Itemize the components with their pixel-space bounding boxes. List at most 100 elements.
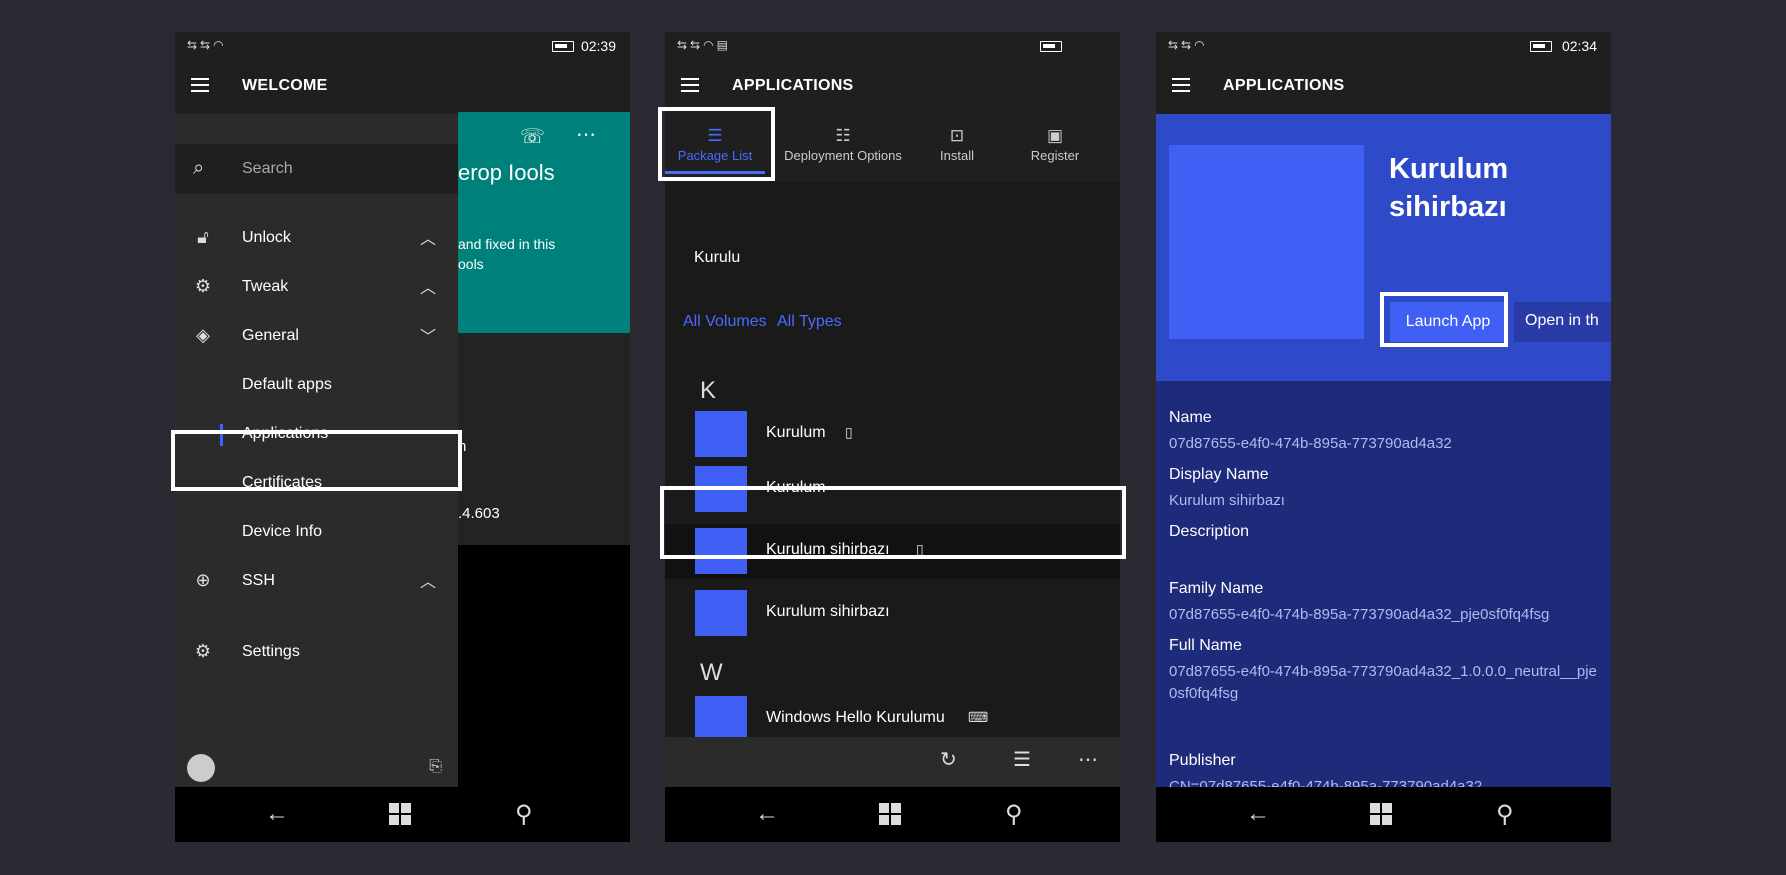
lock-icon: 🔓︎ (197, 227, 209, 247)
more-icon[interactable]: ⋯ (576, 122, 596, 147)
menu-item-ssh[interactable]: ⊕ SSH ︿ (175, 558, 458, 604)
menu-item-certificates[interactable]: Certificates (175, 460, 458, 506)
open-in-store-button[interactable]: Open in th (1514, 302, 1611, 342)
welcome-teal-panel: ☏ ⋯ erop Iools and fixed in this ools (458, 112, 630, 333)
search-icon[interactable]: ⚲ (1496, 800, 1514, 829)
back-arrow-icon[interactable]: ← (265, 800, 289, 828)
menu-item-label: Unlock (242, 229, 291, 246)
phone-welcome: ⇆⇆◠ 02:39 WELCOME ☏ ⋯ erop Iools and fix… (175, 32, 630, 842)
menu-item-settings[interactable]: ⚙ Settings (175, 629, 458, 675)
menu-item-label: SSH (242, 572, 275, 589)
tab-package-list[interactable]: ☰ Package List (665, 114, 765, 182)
chevron-down-icon: ﹀ (419, 329, 436, 346)
group-header-k[interactable]: K (700, 377, 716, 405)
nav-bar: ← ⚲ (175, 787, 630, 842)
page-title: APPLICATIONS (1223, 77, 1345, 94)
menu-item-default-apps[interactable]: Default apps (175, 362, 458, 408)
hamburger-menu-icon[interactable] (681, 78, 699, 92)
detail-key: Family Name (1169, 580, 1264, 597)
app-tile (695, 466, 747, 512)
search-icon[interactable]: ⚲ (515, 800, 533, 829)
menu-item-label: Default apps (242, 376, 332, 393)
app-name: Kurulum (766, 424, 826, 441)
menu-item-applications[interactable]: Applications (175, 411, 458, 457)
about-icon[interactable]: ⎘ (429, 758, 442, 776)
tab-label: Register (1030, 148, 1080, 163)
windows-icon[interactable] (389, 803, 411, 825)
tab-deployment-options[interactable]: ☷ Deployment Options (777, 114, 909, 182)
menu-search-box[interactable]: ⌕ Search (175, 144, 458, 194)
nav-bar: ← ⚲ (665, 787, 1120, 842)
refresh-icon[interactable]: ↻ (940, 747, 957, 772)
detail-key: Full Name (1169, 637, 1242, 654)
page-title: APPLICATIONS (732, 77, 854, 94)
detail-value: 07d87655-e4f0-474b-895a-773790ad4a32_pje… (1169, 606, 1550, 623)
menu-item-unlock[interactable]: 🔓︎ Unlock ︿ (175, 215, 458, 261)
menu-item-label: Tweak (242, 278, 289, 295)
app-name-heading: Kurulum sihirbazı (1389, 153, 1509, 223)
filter-types-link[interactable]: All Types (777, 313, 842, 331)
title-bar: APPLICATIONS (665, 60, 1120, 114)
list-item[interactable]: Kurulum sihirbazı (665, 586, 1120, 641)
signal-icons: ⇆⇆◠▤ (677, 38, 731, 52)
pivot-tabs: ☰ Package List ☷ Deployment Options ⊡ In… (665, 114, 1120, 182)
search-placeholder: Search (242, 160, 293, 177)
app-tile (695, 590, 747, 636)
list-item[interactable]: Kurulum (665, 462, 1120, 517)
title-bar: APPLICATIONS (1156, 60, 1611, 114)
gear-icon: ⚙ (194, 641, 212, 661)
more-icon[interactable]: ⋯ (1078, 747, 1098, 772)
search-icon[interactable]: ⚲ (1005, 800, 1023, 829)
detail-value: CN=07d87655-e4f0-474b-895a-773790ad4a32 (1169, 778, 1483, 787)
avatar[interactable] (187, 754, 215, 782)
tab-label: Deployment Options (784, 148, 902, 163)
info-text-2: .4.603 (458, 505, 500, 522)
feedback-icon[interactable]: ☏ (520, 124, 545, 149)
welcome-empty-area (458, 545, 630, 787)
app-name: Kurulum (766, 479, 826, 496)
filter-volumes-link[interactable]: All Volumes (683, 313, 767, 331)
hamburger-menu-icon[interactable] (1172, 78, 1190, 92)
tab-register[interactable]: ▣ Register (1015, 114, 1095, 182)
tab-underline (665, 171, 765, 174)
menu-item-tweak[interactable]: ⚙ Tweak ︿ (175, 264, 458, 310)
list-item[interactable]: Kurulum ▯ (665, 407, 1120, 462)
tab-label: Install (940, 148, 974, 163)
page-title: WELCOME (242, 77, 328, 94)
phone-icon: ▯ (845, 424, 853, 440)
app-name: Kurulum sihirbazı (766, 603, 890, 620)
chevron-up-icon: ︿ (419, 231, 436, 248)
search-input[interactable]: Kurulu (694, 249, 740, 267)
menu-item-general[interactable]: ◈ General ﹀ (175, 313, 458, 359)
signal-icons: ⇆⇆◠ (1168, 38, 1208, 52)
tab-install[interactable]: ⊡ Install (927, 114, 987, 182)
back-arrow-icon[interactable]: ← (755, 800, 779, 828)
list-item-selected[interactable]: Kurulum sihirbazı ▯ (665, 524, 1120, 579)
back-arrow-icon[interactable]: ← (1246, 800, 1270, 828)
app-tile (695, 411, 747, 457)
windows-icon[interactable] (879, 803, 901, 825)
list-view-icon[interactable]: ☰ (1013, 747, 1031, 772)
detail-value: 07d87655-e4f0-474b-895a-773790ad4a32 (1169, 435, 1452, 452)
search-icon: ⌕ (193, 157, 205, 179)
welcome-text-line1: and fixed in this (458, 236, 556, 252)
phone-package-list: ⇆⇆◠▤ APPLICATIONS ☰ Package List ☷ Deplo… (665, 32, 1120, 842)
app-tile (695, 528, 747, 574)
detail-key: Name (1169, 409, 1212, 426)
hamburger-menu-icon[interactable] (191, 78, 209, 92)
menu-item-label: Device Info (242, 523, 323, 540)
detail-value: Kurulum sihirbazı (1169, 492, 1285, 509)
status-time: 02:39 (580, 38, 616, 54)
status-bar: ⇆⇆◠ 02:34 (1156, 32, 1611, 60)
battery-icon (1530, 41, 1552, 52)
install-icon: ⊡ (949, 126, 965, 145)
tab-label: Package List (677, 148, 753, 163)
keyboard-icon: ⌨ (968, 709, 989, 725)
launch-app-button[interactable]: Launch App (1390, 302, 1506, 342)
chevron-up-icon: ︿ (419, 574, 436, 591)
menu-item-device-info[interactable]: Device Info (175, 509, 458, 555)
status-bar: ⇆⇆◠▤ (665, 32, 1120, 60)
windows-icon[interactable] (1370, 803, 1392, 825)
menu-item-label: Settings (242, 643, 300, 660)
group-header-w[interactable]: W (700, 659, 723, 687)
